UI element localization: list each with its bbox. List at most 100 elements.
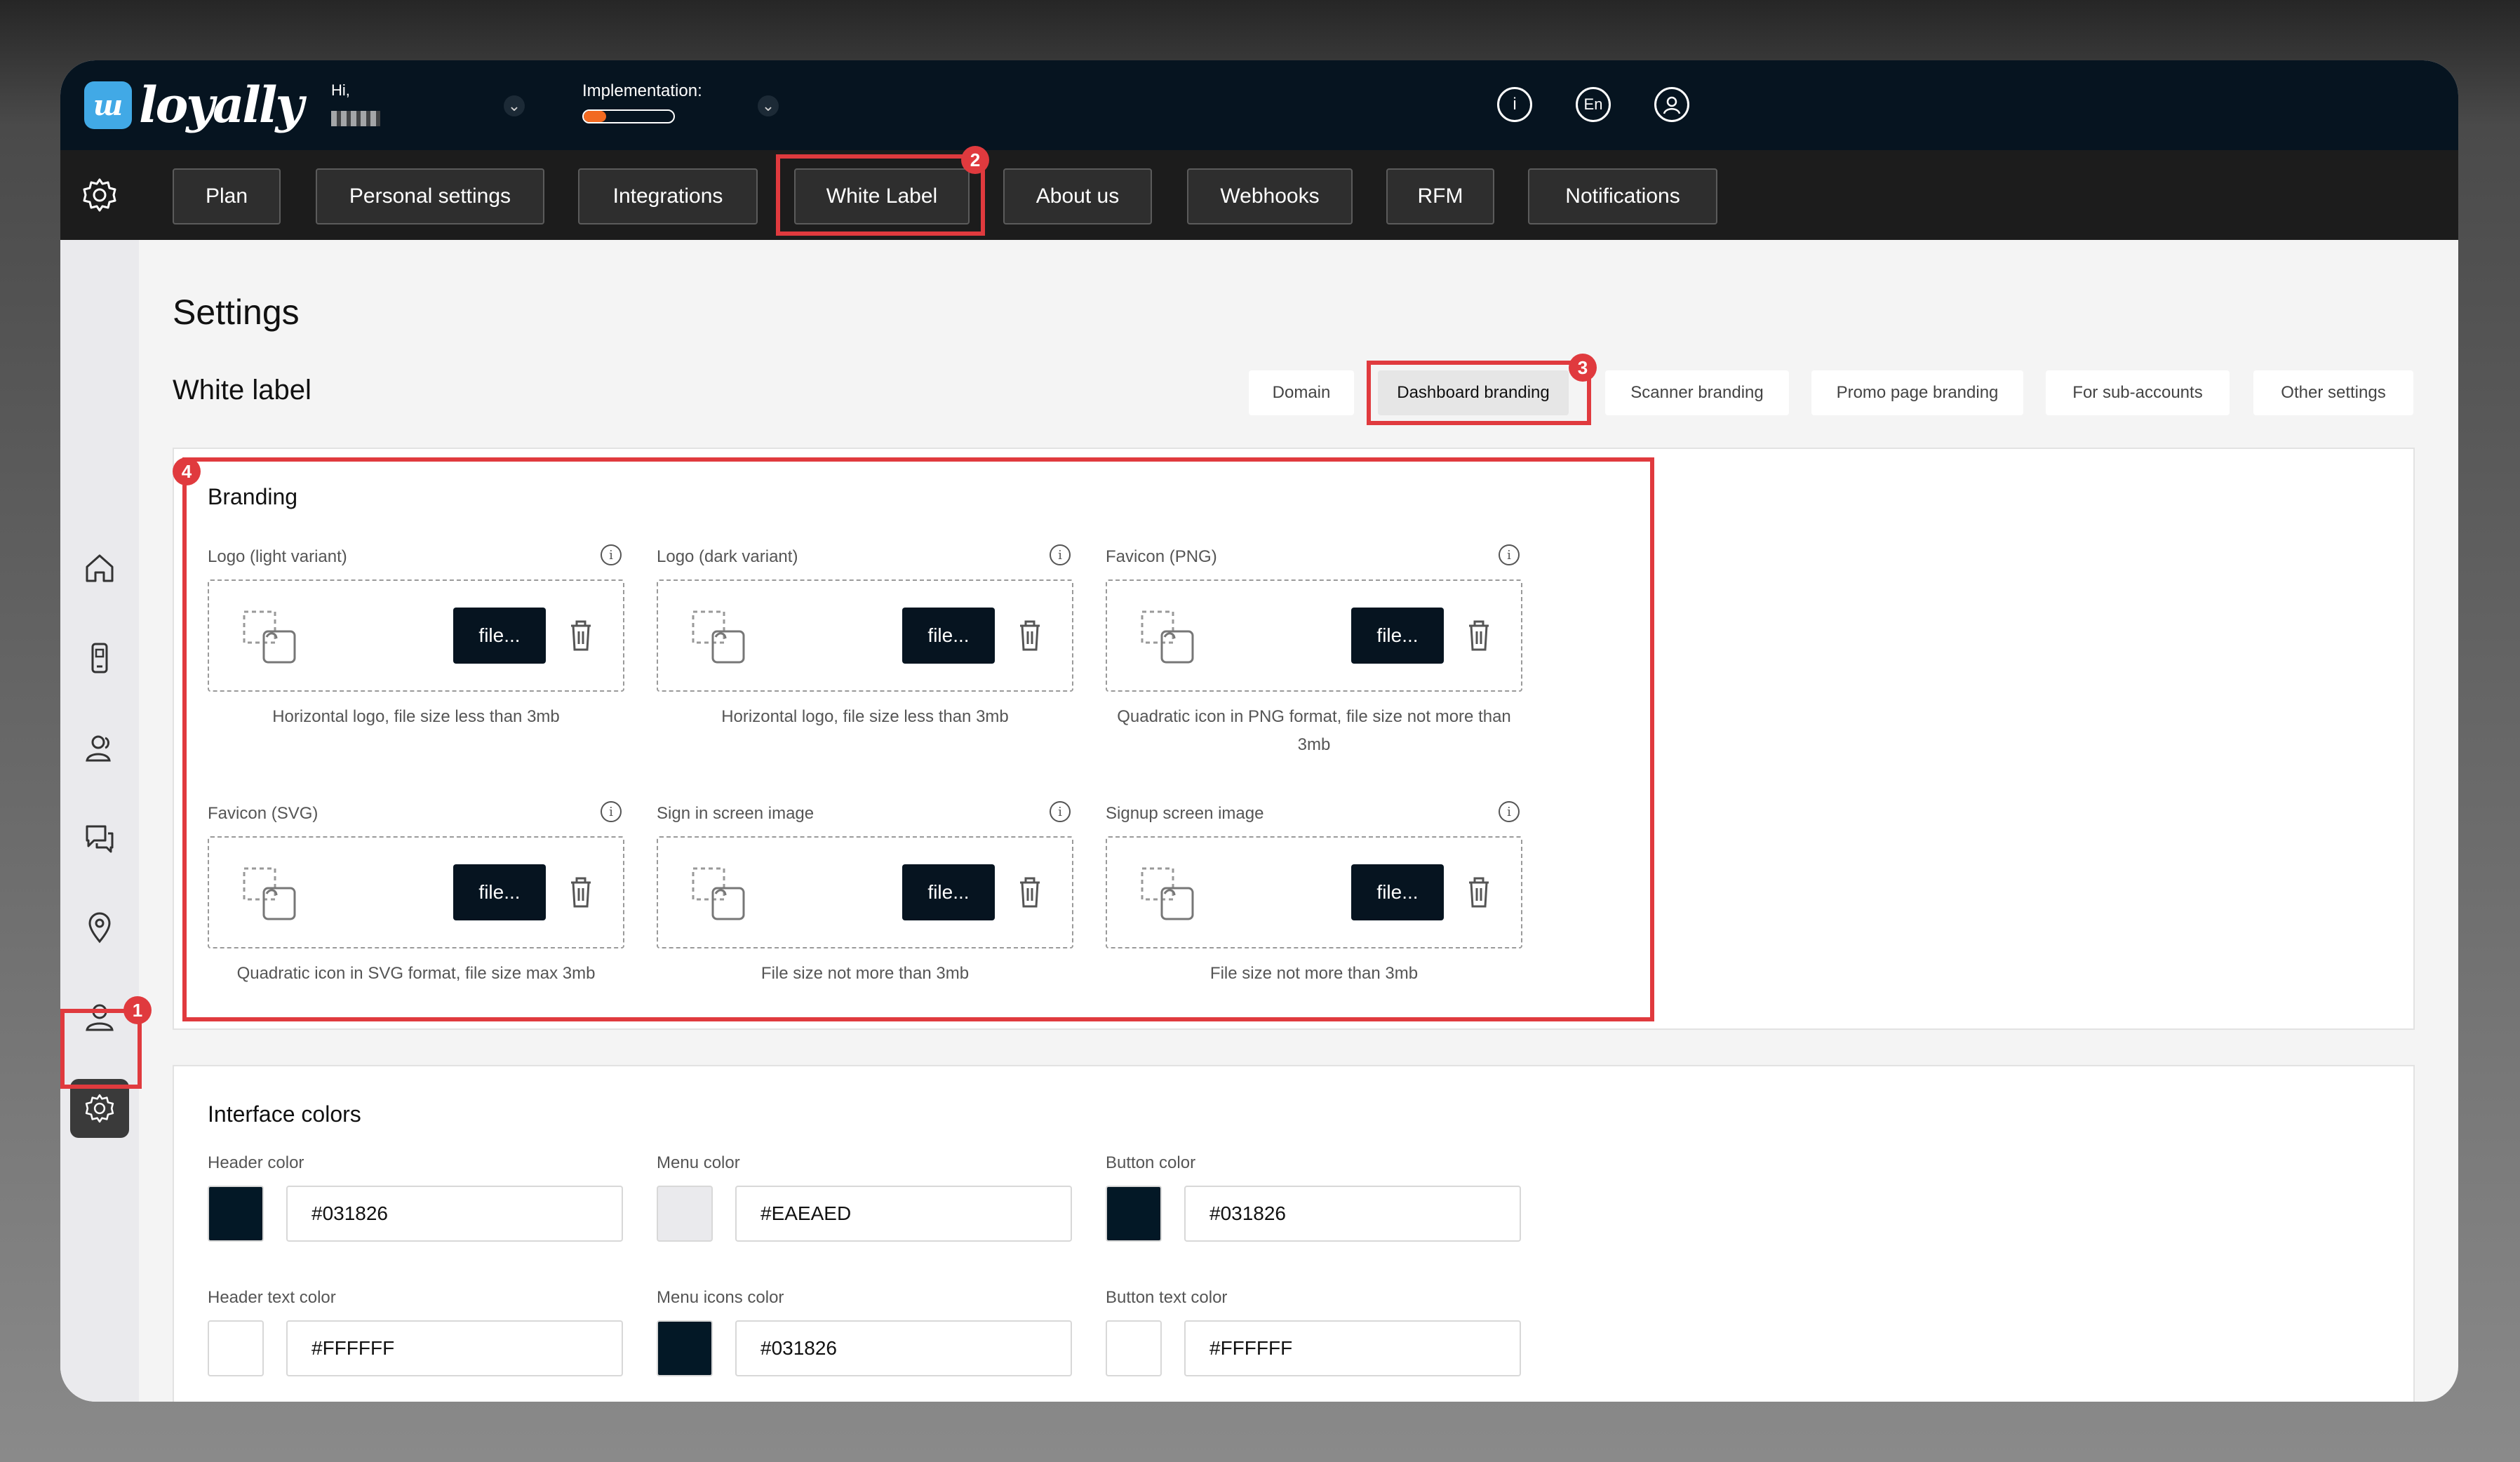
implementation-progress <box>582 109 675 123</box>
upload-zone[interactable]: file... <box>657 836 1073 948</box>
field-label: Sign in screen image <box>657 804 815 823</box>
color-label: Button color <box>1106 1153 1196 1172</box>
info-icon[interactable]: i <box>1499 544 1520 565</box>
file-button[interactable]: file... <box>453 608 546 664</box>
field-hint: Horizontal logo, file size less than 3mb <box>721 707 1009 726</box>
annotation-badge-4: 4 <box>173 457 201 485</box>
annotation-badge-2: 2 <box>961 146 989 174</box>
upload-zone[interactable]: file... <box>1106 579 1522 692</box>
trash-icon[interactable] <box>1016 874 1044 911</box>
color-input[interactable]: #FFFFFF <box>1184 1320 1521 1376</box>
trash-icon[interactable] <box>1016 617 1044 654</box>
info-icon[interactable]: i <box>1050 544 1071 565</box>
color-input[interactable]: #031826 <box>735 1320 1072 1376</box>
file-button[interactable]: file... <box>1351 608 1444 664</box>
color-input[interactable]: #FFFFFF <box>286 1320 623 1376</box>
color-input[interactable]: #031826 <box>286 1186 623 1242</box>
top-bar: ш loyally Hi, ⌄ Implementation: ⌄ i En <box>60 60 2458 150</box>
branding-title: Branding <box>208 484 298 509</box>
color-label: Button text color <box>1106 1288 1228 1307</box>
image-placeholder-icon <box>243 867 296 920</box>
trash-icon[interactable] <box>1465 617 1493 654</box>
color-swatch[interactable] <box>657 1186 713 1242</box>
implementation-chevron-down-icon[interactable]: ⌄ <box>758 95 779 116</box>
color-input[interactable]: #EAEAED <box>735 1186 1072 1242</box>
color-swatch[interactable] <box>1106 1186 1162 1242</box>
subtab-scanner-branding[interactable]: Scanner branding <box>1605 370 1789 415</box>
file-button[interactable]: file... <box>1351 864 1444 920</box>
subtab-dashboard-branding[interactable]: Dashboard branding <box>1378 370 1569 415</box>
color-label: Menu icons color <box>657 1288 784 1307</box>
field-label: Logo (dark variant) <box>657 547 798 566</box>
trash-icon[interactable] <box>567 617 595 654</box>
trash-icon[interactable] <box>567 874 595 911</box>
settings-icon[interactable] <box>80 1089 119 1128</box>
chat-icon[interactable] <box>80 818 119 857</box>
image-placeholder-icon <box>1141 867 1194 920</box>
implementation-label: Implementation: <box>582 81 702 100</box>
tab-integrations[interactable]: Integrations <box>578 168 758 224</box>
field-hint: File size not more than 3mb <box>760 964 970 983</box>
language-button[interactable]: En <box>1576 87 1611 122</box>
upload-zone[interactable]: file... <box>657 579 1073 692</box>
info-icon[interactable]: i <box>1050 801 1071 822</box>
annotation-badge-1: 1 <box>123 996 152 1024</box>
field-label: Favicon (SVG) <box>208 804 319 823</box>
tab-white-label[interactable]: White Label <box>794 168 970 224</box>
file-button[interactable]: file... <box>902 864 995 920</box>
tab-notifications[interactable]: Notifications <box>1528 168 1717 224</box>
image-placeholder-icon <box>1141 610 1194 664</box>
info-icon[interactable]: i <box>601 544 622 565</box>
logo-text: loyally <box>139 76 304 134</box>
info-icon[interactable]: i <box>601 801 622 822</box>
tab-rfm[interactable]: RFM <box>1386 168 1494 224</box>
gear-icon[interactable] <box>80 175 119 215</box>
device-icon[interactable] <box>80 638 119 678</box>
color-swatch[interactable] <box>208 1186 264 1242</box>
info-icon[interactable]: i <box>1497 87 1532 122</box>
user-chevron-down-icon[interactable]: ⌄ <box>504 95 525 116</box>
sidebar <box>60 240 139 1402</box>
annotation-badge-3: 3 <box>1569 354 1597 382</box>
trash-icon[interactable] <box>1465 874 1493 911</box>
interface-colors-title: Interface colors <box>208 1101 361 1127</box>
customers-icon[interactable] <box>80 728 119 767</box>
tab-plan[interactable]: Plan <box>173 168 281 224</box>
subtab-other-settings[interactable]: Other settings <box>2253 370 2413 415</box>
color-swatch[interactable] <box>1106 1320 1162 1376</box>
file-button[interactable]: file... <box>902 608 995 664</box>
implementation-progress-fill <box>584 111 606 122</box>
greeting: Hi, <box>331 81 350 99</box>
info-icon[interactable]: i <box>1499 801 1520 822</box>
color-swatch[interactable] <box>208 1320 264 1376</box>
field-hint: Quadratic icon in SVG format, file size … <box>236 964 596 983</box>
file-button[interactable]: file... <box>453 864 546 920</box>
tab-about-us[interactable]: About us <box>1003 168 1152 224</box>
field-label: Favicon (PNG) <box>1106 547 1217 566</box>
page-title: Settings <box>173 293 300 332</box>
logo-mark[interactable]: ш <box>84 81 132 129</box>
color-input[interactable]: #031826 <box>1184 1186 1521 1242</box>
subtab-promo-page-branding[interactable]: Promo page branding <box>1811 370 2023 415</box>
location-icon[interactable] <box>80 908 119 947</box>
upload-zone[interactable]: file... <box>208 836 624 948</box>
upload-zone[interactable]: file... <box>208 579 624 692</box>
user-name-pixelated <box>331 111 380 126</box>
color-label: Header text color <box>208 1288 336 1307</box>
tab-webhooks[interactable]: Webhooks <box>1187 168 1353 224</box>
upload-zone[interactable]: file... <box>1106 836 1522 948</box>
field-label: Signup screen image <box>1106 804 1264 823</box>
user-icon[interactable] <box>80 998 119 1037</box>
section-title: White label <box>173 375 311 405</box>
color-swatch[interactable] <box>657 1320 713 1376</box>
home-icon[interactable] <box>80 549 119 588</box>
user-icon[interactable] <box>1654 87 1689 122</box>
field-hint: File size not more than 3mb <box>1209 964 1419 983</box>
image-placeholder-icon <box>243 610 296 664</box>
image-placeholder-icon <box>692 867 745 920</box>
field-hint: Quadratic icon in PNG format, file size … <box>1117 707 1511 754</box>
tab-personal-settings[interactable]: Personal settings <box>316 168 544 224</box>
subtab-for-sub-accounts[interactable]: For sub-accounts <box>2046 370 2230 415</box>
subtab-domain[interactable]: Domain <box>1249 370 1354 415</box>
image-placeholder-icon <box>692 610 745 664</box>
